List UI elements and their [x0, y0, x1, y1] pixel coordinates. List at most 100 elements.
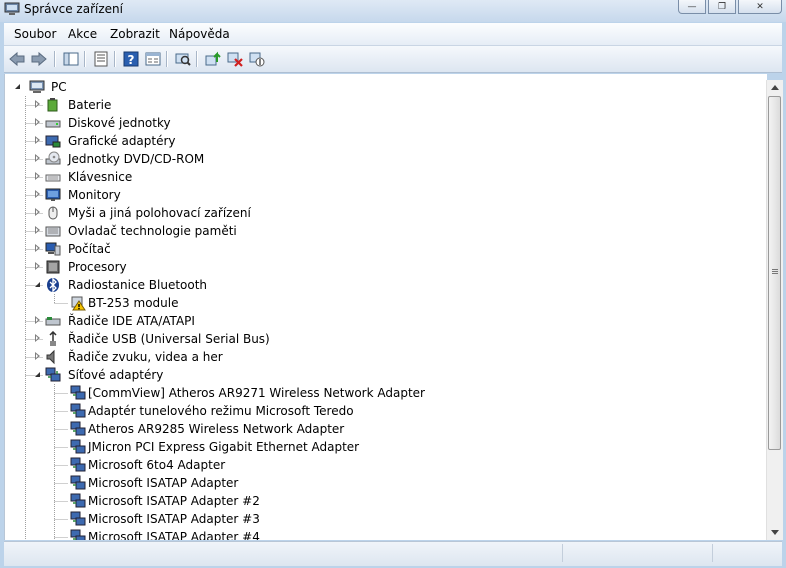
- tree-category-label: Radiostanice Bluetooth: [68, 278, 208, 292]
- tree-category-label: Myši a jiná polohovací zařízení: [68, 206, 251, 220]
- menu-zobrazit[interactable]: Zobrazit: [110, 27, 160, 41]
- toolbar-separator: [54, 51, 55, 67]
- keyboard-icon: [45, 174, 61, 182]
- display-adapter-icon: [45, 135, 61, 148]
- network-device-icon: [70, 529, 86, 540]
- tree-root-label: PC: [51, 80, 67, 94]
- menu-napoveda[interactable]: Nápověda: [169, 27, 230, 41]
- expand-arrow-icon[interactable]: [35, 100, 40, 108]
- toolbar-separator: [166, 51, 167, 67]
- uninstall-icon[interactable]: [226, 50, 244, 68]
- tree-category-label: Jednotky DVD/CD-ROM: [68, 152, 205, 166]
- scroll-down-arrow-icon[interactable]: [771, 530, 779, 535]
- tree-category-label: Řadiče zvuku, videa a her: [68, 350, 223, 364]
- tree-device-label: Microsoft ISATAP Adapter #2: [88, 494, 260, 508]
- tree-category-label: Řadiče USB (Universal Serial Bus): [68, 332, 270, 346]
- scroll-up-arrow-icon[interactable]: [771, 85, 779, 90]
- collapse-arrow-icon[interactable]: [15, 84, 20, 89]
- bluetooth-icon: [47, 277, 59, 293]
- window-title: Správce zařízení: [24, 2, 123, 16]
- back-icon[interactable]: [8, 50, 26, 68]
- expand-arrow-icon[interactable]: [35, 226, 40, 234]
- expand-arrow-icon[interactable]: [35, 154, 40, 162]
- network-device-icon: [70, 385, 86, 400]
- forward-icon[interactable]: [30, 50, 48, 68]
- menu-soubor[interactable]: Soubor: [14, 27, 56, 41]
- toolbar: ?: [4, 46, 782, 73]
- tree-device-label: Microsoft ISATAP Adapter: [88, 476, 239, 490]
- scan-icon[interactable]: [174, 50, 192, 68]
- tree-device-label: BT-253 module: [88, 296, 179, 310]
- ide-controller-icon: [45, 317, 61, 326]
- title-bar: Správce zařízení — ❐ ✕: [0, 0, 786, 22]
- tree-device-label: Atheros AR9285 Wireless Network Adapter: [88, 422, 345, 436]
- maximize-button[interactable]: ❐: [708, 0, 736, 14]
- properties-icon[interactable]: [92, 50, 110, 68]
- collapse-arrow-icon[interactable]: [35, 282, 40, 287]
- tree-category-label: Klávesnice: [68, 170, 133, 184]
- expand-arrow-icon[interactable]: [35, 316, 40, 324]
- close-button[interactable]: ✕: [738, 0, 782, 14]
- disk-drive-icon: [45, 120, 61, 128]
- sound-icon: [46, 349, 55, 365]
- tree-device-label: Microsoft 6to4 Adapter: [88, 458, 226, 472]
- expand-arrow-icon[interactable]: [35, 136, 40, 144]
- status-pane-divider: [712, 544, 713, 562]
- svg-text:?: ?: [128, 53, 135, 67]
- expand-arrow-icon[interactable]: [35, 208, 40, 216]
- up-icon[interactable]: [62, 50, 80, 68]
- toolbar-separator: [196, 51, 197, 67]
- usb-icon: [49, 331, 57, 346]
- tree-device-label: Microsoft ISATAP Adapter #3: [88, 512, 260, 526]
- disable-icon[interactable]: [248, 50, 266, 68]
- expand-arrow-icon[interactable]: [35, 118, 40, 126]
- help-icon[interactable]: ?: [122, 50, 140, 68]
- menu-akce[interactable]: Akce: [68, 27, 97, 41]
- tree-category-label: Řadiče IDE ATA/ATAPI: [68, 314, 195, 328]
- computer-icon: [45, 242, 61, 256]
- scrollbar-thumb[interactable]: [768, 96, 781, 450]
- device-tree: PC Baterie Diskové jednotky Grafické adapt…: [4, 74, 767, 540]
- dvd-drive-icon: [45, 151, 61, 165]
- expand-arrow-icon[interactable]: [35, 190, 40, 198]
- tree-category-label: Diskové jednotky: [68, 116, 171, 130]
- grip-icon: [772, 269, 778, 270]
- minimize-button[interactable]: —: [678, 0, 706, 14]
- expand-arrow-icon[interactable]: [35, 244, 40, 252]
- collapse-arrow-icon[interactable]: [35, 372, 40, 377]
- tree-category-label: Ovladač technologie paměti: [68, 224, 237, 238]
- tree-category-label: Počítač: [68, 242, 111, 256]
- memory-controller-icon: [45, 226, 61, 237]
- expand-arrow-icon[interactable]: [35, 262, 40, 270]
- tree-category-label: Baterie: [68, 98, 112, 112]
- network-device-icon: [70, 475, 86, 490]
- menu-bar: Soubor Akce Zobrazit Nápověda: [4, 23, 782, 46]
- network-device-icon: [70, 403, 86, 418]
- expand-arrow-icon[interactable]: [35, 334, 40, 342]
- network-device-icon: [70, 457, 86, 472]
- device-manager-icon: [4, 2, 20, 15]
- monitor-icon: [45, 188, 61, 201]
- toolbar-separator: [114, 51, 115, 67]
- update-driver-icon[interactable]: [204, 50, 222, 68]
- maximize-icon: ❐: [717, 1, 727, 12]
- status-bar: [4, 541, 782, 566]
- network-device-icon: [70, 421, 86, 436]
- warning-device-icon: [71, 296, 86, 311]
- close-icon: ✕: [756, 1, 764, 12]
- network-device-icon: [70, 493, 86, 508]
- processor-icon: [46, 260, 60, 274]
- expand-arrow-icon[interactable]: [35, 352, 40, 360]
- status-pane-divider: [562, 544, 563, 562]
- network-adapter-icon: [45, 367, 61, 382]
- minimize-icon: —: [687, 1, 697, 12]
- network-device-icon: [70, 439, 86, 454]
- expand-arrow-icon[interactable]: [35, 172, 40, 180]
- vertical-scrollbar[interactable]: [766, 80, 783, 540]
- tree-category-label: Procesory: [68, 260, 127, 274]
- view-icon[interactable]: [144, 50, 162, 68]
- tree-category-label: Síťové adaptéry: [68, 368, 164, 382]
- tree-category-label: Grafické adaptéry: [68, 134, 176, 148]
- battery-icon: [47, 98, 58, 112]
- computer-icon: [29, 80, 45, 93]
